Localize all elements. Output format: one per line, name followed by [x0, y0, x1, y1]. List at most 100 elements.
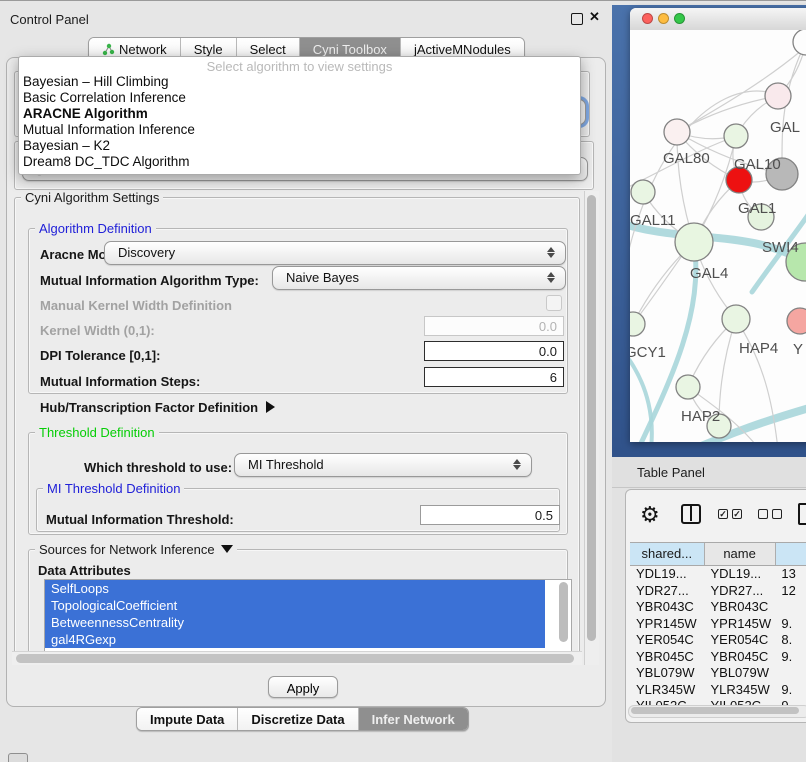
svg-text:GCY1: GCY1	[630, 344, 666, 361]
expand-arrow-icon	[266, 401, 275, 413]
column-header-name[interactable]: name	[705, 543, 776, 565]
tab-impute-data[interactable]: Impute Data	[137, 708, 238, 730]
column-header-extra[interactable]	[776, 543, 806, 565]
combo-stepper-icon	[547, 271, 556, 284]
table-cell: YBL079W	[630, 665, 704, 682]
table-row[interactable]: YDL19...YDL19...13	[630, 566, 806, 583]
float-window-icon[interactable]	[571, 13, 583, 25]
aracne-mode-value: Discovery	[118, 245, 175, 260]
apply-button[interactable]: Apply	[268, 676, 338, 698]
hub-definition-toggle[interactable]: Hub/Transcription Factor Definition	[40, 400, 275, 415]
control-panel-title: Control Panel	[10, 12, 89, 27]
collapsed-panel-icon[interactable]	[8, 753, 28, 762]
settings-vertical-scrollbar[interactable]	[584, 191, 599, 665]
attribute-item-topologicalcoefficient[interactable]: TopologicalCoefficient	[45, 597, 545, 614]
data-attributes-label: Data Attributes	[38, 563, 131, 578]
tab-infer-network[interactable]: Infer Network	[359, 708, 468, 730]
which-threshold-label: Which threshold to use:	[84, 460, 232, 475]
kernel-width-field[interactable]: 0.0	[424, 316, 564, 336]
table-cell: YLR345W	[704, 682, 775, 699]
tab-discretize-data[interactable]: Discretize Data	[238, 708, 358, 730]
network-view-window[interactable]: GALGAL80GAL10GAL1GAL11SWI4GAL4GCY1HAP4YH…	[630, 8, 806, 442]
page-icon[interactable]	[798, 503, 806, 525]
table-horizontal-scrollbar[interactable]	[628, 705, 806, 718]
kernel-width-label: Kernel Width (0,1):	[40, 323, 155, 338]
deselect-all-icon[interactable]	[772, 509, 782, 519]
attribute-item-betweennesscentrality[interactable]: BetweennessCentrality	[45, 614, 545, 631]
table-cell: YER054C	[630, 632, 704, 649]
algorithm-option-dream8-dc-tdc-algorithm[interactable]: Dream8 DC_TDC Algorithm	[19, 154, 580, 170]
data-attributes-list[interactable]: SelfLoopsTopologicalCoefficientBetweenne…	[44, 579, 572, 654]
attribute-item-gal4rgexp[interactable]: gal4RGexp	[45, 631, 545, 648]
algorithm-option-bayesian-hill-climbing[interactable]: Bayesian – Hill Climbing	[19, 74, 580, 90]
table-row[interactable]: YBL079WYBL079W	[630, 665, 806, 682]
table-row[interactable]: YER054CYER054C8.	[630, 632, 806, 649]
table-row[interactable]: YPR145WYPR145W9.	[630, 616, 806, 633]
zoom-traffic-light-icon[interactable]	[674, 13, 685, 24]
gear-icon[interactable]: ⚙	[640, 502, 660, 528]
algorithm-option-aracne-algorithm[interactable]: ARACNE Algorithm	[19, 106, 580, 122]
select-all-icon[interactable]: ✓	[718, 509, 728, 519]
column-header-shared[interactable]: shared...	[630, 543, 705, 565]
network-window-titlebar[interactable]	[630, 8, 806, 31]
minimize-traffic-light-icon[interactable]	[658, 13, 669, 24]
table-row[interactable]: YBR043CYBR043C	[630, 599, 806, 616]
dpi-tolerance-field[interactable]: 0.0	[424, 341, 564, 361]
mi-threshold-field[interactable]: 0.5	[420, 505, 560, 525]
table-row[interactable]: YBR045CYBR045C9.	[630, 649, 806, 666]
sources-title[interactable]: Sources for Network Inference	[35, 542, 237, 557]
close-icon[interactable]: ✕	[589, 9, 600, 25]
deselect-all-icon[interactable]	[758, 509, 768, 519]
which-threshold-combobox[interactable]: MI Threshold	[234, 453, 532, 477]
svg-text:HAP2: HAP2	[681, 408, 720, 425]
table-cell: YBR043C	[704, 599, 775, 616]
columns-icon[interactable]	[681, 504, 701, 524]
algorithm-option-mutual-information-inference[interactable]: Mutual Information Inference	[19, 122, 580, 138]
table-cell: YBL079W	[704, 665, 775, 682]
svg-text:GAL: GAL	[770, 119, 800, 136]
attribute-item-selfloops[interactable]: SelfLoops	[45, 580, 545, 597]
mi-steps-field[interactable]: 6	[424, 367, 564, 387]
select-all-icon[interactable]: ✓	[732, 509, 742, 519]
aracne-mode-combobox[interactable]: Discovery	[104, 241, 566, 265]
svg-text:Y: Y	[793, 341, 803, 358]
settings-horizontal-scrollbar-thumb[interactable]	[16, 654, 574, 663]
table-row[interactable]: YLR345WYLR345W9.	[630, 682, 806, 699]
network-canvas[interactable]: GALGAL80GAL10GAL1GAL11SWI4GAL4GCY1HAP4YH…	[630, 30, 806, 442]
mi-steps-label: Mutual Information Steps:	[40, 374, 200, 389]
table-cell: YDR27...	[704, 583, 775, 600]
combo-stepper-icon	[513, 458, 522, 471]
manual-kernel-width-checkbox[interactable]	[546, 295, 562, 311]
algorithm-dropdown-popup: Select algorithm to view settings Bayesi…	[18, 56, 581, 175]
svg-text:GAL1: GAL1	[738, 200, 776, 217]
algorithm-option-bayesian-k2[interactable]: Bayesian – K2	[19, 138, 580, 154]
table-cell: 9.	[775, 616, 806, 633]
table-cell: YPR145W	[704, 616, 775, 633]
settings-vertical-scrollbar-thumb[interactable]	[587, 195, 596, 641]
mi-algorithm-type-value: Naive Bayes	[286, 270, 359, 285]
collapse-arrow-icon	[221, 545, 233, 553]
table-cell	[775, 599, 806, 616]
table-panel-body: ⚙ ✓ ✓ shared...name YDL19...YDL19...13YD…	[625, 489, 806, 723]
application-window: Control Panel ✕ NetworkStyleSelectCyni T…	[0, 0, 806, 762]
table-toolbar: ⚙ ✓ ✓	[626, 500, 806, 534]
table-cell: 9.	[775, 649, 806, 666]
mi-algorithm-type-combobox[interactable]: Naive Bayes	[272, 266, 566, 290]
algorithm-option-basic-correlation-inference[interactable]: Basic Correlation Inference	[19, 90, 580, 106]
cyni-algorithm-settings-title: Cyni Algorithm Settings	[21, 190, 163, 205]
attribute-table: shared...name YDL19...YDL19...13YDR27...…	[630, 542, 806, 714]
which-threshold-value: MI Threshold	[248, 457, 324, 472]
table-cell: 12	[775, 583, 806, 600]
list-scrollbar-thumb[interactable]	[559, 582, 568, 642]
table-row[interactable]: YDR27...YDR27...12	[630, 583, 806, 600]
mi-threshold-label: Mutual Information Threshold:	[46, 512, 234, 527]
table-horizontal-scrollbar-thumb[interactable]	[631, 707, 799, 714]
table-cell: YBR043C	[630, 599, 704, 616]
settings-horizontal-scrollbar[interactable]	[12, 651, 582, 665]
table-cell: YDL19...	[704, 566, 775, 583]
close-traffic-light-icon[interactable]	[642, 13, 653, 24]
algorithm-definition-title: Algorithm Definition	[35, 221, 156, 236]
table-cell: 8.	[775, 632, 806, 649]
svg-text:GAL80: GAL80	[663, 150, 710, 167]
table-cell: YLR345W	[630, 682, 704, 699]
